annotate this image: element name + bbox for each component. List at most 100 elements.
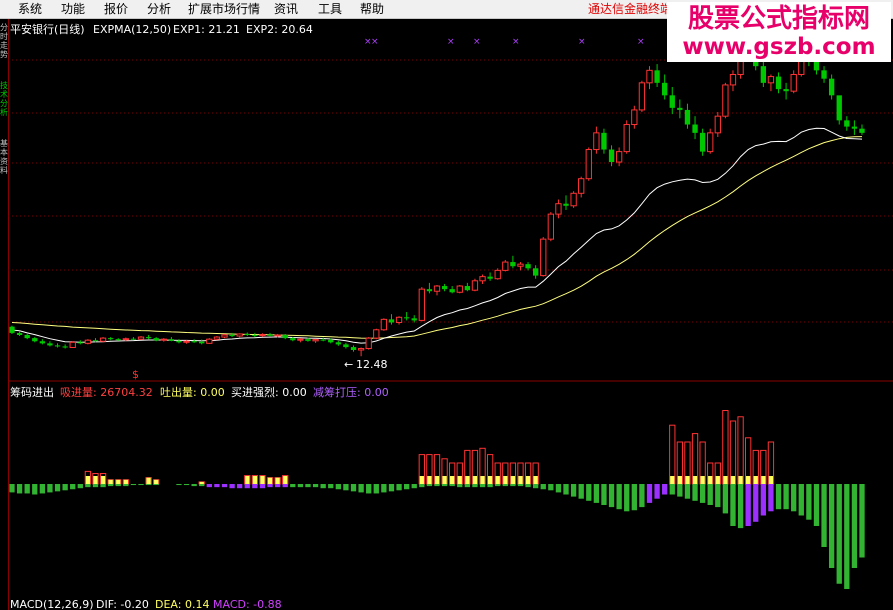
candle [684,103,691,129]
macd-bars [9,484,865,589]
candle [821,66,827,83]
candle-body [487,276,493,279]
candle [433,284,441,296]
candle [168,337,175,342]
candle [213,336,221,341]
candle [153,337,159,342]
candle [297,338,304,343]
macd-bar [108,484,114,487]
candle [662,74,668,100]
chip-strong-fill [510,476,516,484]
macd-bar [366,484,372,494]
candle [244,332,250,337]
chip-strong-fill [761,476,766,484]
macd-bar [555,484,562,493]
macd-bar [715,484,721,508]
candle-body [62,346,68,348]
chip-strong-fill [457,476,462,484]
candle [236,333,243,338]
chip-absorb-bar [737,416,744,485]
candle-body [707,132,714,153]
stock-chart[interactable]: × × × × × × × 平安银行(日线) EXPMA(12,50) EXP1: 21.2… [0,0,893,610]
candle [615,147,623,167]
candle-body [199,341,205,344]
macd-bar [662,484,668,495]
candle-body [16,332,23,335]
candle [145,334,152,340]
chip-strong-fill [427,476,432,484]
macd-bar [328,484,334,489]
chip-strong-fill [692,476,698,484]
macd-bar [851,484,858,568]
macd-bar [593,484,600,503]
candle-body [783,89,789,92]
candle-body [365,337,372,350]
candle-body [183,340,190,343]
macd-bar [24,484,30,494]
chip-strong-fill [730,476,736,484]
candle [828,74,835,100]
candle-body [729,74,737,86]
macd-bar [381,484,387,493]
macd-bar [47,484,53,493]
exp1-line [11,127,863,344]
macd-bar [123,484,129,487]
event-markers: × × × × × × × [364,37,645,47]
candle-body [373,329,380,339]
candle-body [547,213,554,240]
candle [69,341,76,348]
chip-strong-fill [252,476,258,484]
candle-body [312,339,319,342]
chip-strong-fill [85,476,91,484]
candle-body [502,261,509,271]
candle [570,191,577,208]
candle-body [836,95,842,121]
candle-body [851,126,858,129]
chip-strong-fill [260,476,265,484]
candle [601,128,607,154]
candle-body [464,286,471,291]
reduce-value: 减筹打压: 0.00 [313,385,389,399]
macd-bar [373,484,379,494]
chip-strong-fill [100,476,106,484]
candle-body [585,149,592,180]
macd-bar [730,484,736,526]
expma-label: EXPMA(12,50) [93,23,171,36]
chip-absorb-bar [669,424,676,485]
event-x-marker: × [371,37,379,47]
candle [722,82,729,119]
event-x-marker: × [473,37,481,47]
chip-strong-fill [487,476,493,484]
candle-body [267,334,273,336]
macd-bar [844,484,850,589]
macd-bar [495,484,501,487]
candle-body [137,336,145,340]
event-x-marker: × [447,37,455,47]
macd-bar [441,484,448,487]
candle [99,337,107,343]
chip-strong-fill [518,476,523,484]
candle-body [767,76,775,84]
candle-body [821,70,827,79]
macd-bar [798,484,804,516]
macd-bar [783,484,789,510]
candle-body [714,115,721,134]
candle-body [570,192,577,207]
macd-bar [252,484,258,489]
macd-bar [639,484,645,508]
candle [669,87,675,115]
candle-body [722,84,729,117]
chip-flow-bars [84,410,775,485]
candle [510,255,516,269]
chip-strong-fill [419,476,424,484]
macd-bar [548,484,554,491]
macd-bar [403,484,410,490]
candle [267,332,273,337]
dollar-marker: $ [132,368,139,381]
candle-body [145,337,152,339]
macd-bar [282,484,288,488]
chip-strong-fill [275,477,280,484]
macd-bar [77,484,83,489]
candle [441,283,448,292]
candle [502,259,509,272]
